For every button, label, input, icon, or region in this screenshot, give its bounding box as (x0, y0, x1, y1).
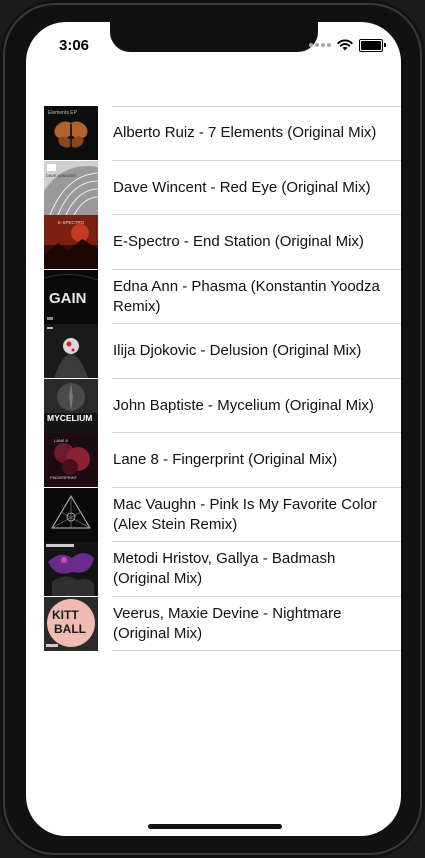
album-artwork: MYCELIUM (44, 378, 98, 433)
svg-text:DAVE WINCENT: DAVE WINCENT (46, 173, 77, 178)
svg-text:BALL: BALL (54, 622, 86, 636)
track-row[interactable]: GAIN Edna Ann - Phasma (Konstantin Yoodz… (44, 269, 401, 325)
wifi-icon (337, 39, 353, 51)
track-title: Edna Ann - Phasma (Konstantin Yoodza Rem… (113, 277, 380, 315)
track-title: Lane 8 - Fingerprint (Original Mix) (113, 451, 338, 468)
album-artwork (44, 324, 98, 378)
track-row[interactable]: Elements EP Alberto Ruiz - 7 Elements (O… (44, 106, 401, 161)
track-row[interactable]: Ilija Djokovic - Delusion (Original Mix) (44, 324, 401, 379)
svg-text:LANE 8: LANE 8 (54, 438, 69, 443)
album-artwork: KITT BALL (44, 596, 98, 651)
notch (110, 22, 318, 52)
track-title: Dave Wincent - Red Eye (Original Mix) (113, 178, 371, 196)
svg-text:MYCELIUM: MYCELIUM (47, 413, 92, 423)
status-time: 3:06 (58, 37, 90, 54)
cellular-signal-icon (309, 43, 331, 47)
album-artwork: GAIN (44, 269, 98, 324)
track-title: Ilija Djokovic - Delusion (Original Mix) (113, 342, 362, 359)
track-title: Metodi Hristov, Gallya - Badmash (Origin… (113, 550, 336, 587)
track-title: John Baptiste - Mycelium (Original Mix) (113, 396, 374, 414)
track-row[interactable]: LANE 8 FINGERPRINT Lane 8 - Fingerprint … (44, 433, 401, 488)
album-artwork: E-SPECTRO (44, 215, 98, 269)
album-artwork: Elements EP (44, 106, 98, 160)
svg-text:FINGERPRINT: FINGERPRINT (50, 475, 78, 480)
svg-text:GAIN: GAIN (49, 290, 87, 307)
track-row[interactable]: MYCELIUM John Baptiste - Mycelium (Origi… (44, 378, 401, 434)
svg-text:Elements EP: Elements EP (48, 110, 78, 116)
track-title: Veerus, Maxie Devine - Nightmare (Origin… (113, 604, 342, 642)
album-artwork: LANE 8 FINGERPRINT (44, 433, 98, 487)
track-list: Elements EP Alberto Ruiz - 7 Elements (O… (44, 106, 401, 651)
screen: 3:06 Elements EP Alberto Ruiz - 7 Elemen… (26, 22, 401, 836)
home-indicator[interactable] (148, 824, 282, 829)
battery-icon (359, 38, 386, 52)
album-artwork (44, 487, 98, 542)
track-row[interactable]: Mac Vaughn - Pink Is My Favorite Color (… (44, 487, 401, 543)
track-title: Alberto Ruiz - 7 Elements (Original Mix) (113, 124, 377, 141)
album-artwork: DAVE WINCENT (44, 160, 98, 215)
track-row[interactable]: KITT BALL Veerus, Maxie Devine - Nightma… (44, 596, 401, 652)
album-artwork (44, 542, 98, 596)
svg-text:KITT: KITT (52, 608, 79, 622)
phone-frame: 3:06 Elements EP Alberto Ruiz - 7 Elemen… (0, 0, 425, 858)
status-icons (309, 38, 386, 52)
svg-text:E-SPECTRO: E-SPECTRO (58, 220, 85, 225)
track-title: Mac Vaughn - Pink Is My Favorite Color (… (113, 495, 377, 533)
track-row[interactable]: Metodi Hristov, Gallya - Badmash (Origin… (44, 542, 401, 597)
track-row[interactable]: DAVE WINCENT Dave Wincent - Red Eye (Ori… (44, 160, 401, 216)
track-title: E-Spectro - End Station (Original Mix) (113, 233, 364, 250)
track-row[interactable]: E-SPECTRO E-Spectro - End Station (Origi… (44, 215, 401, 270)
